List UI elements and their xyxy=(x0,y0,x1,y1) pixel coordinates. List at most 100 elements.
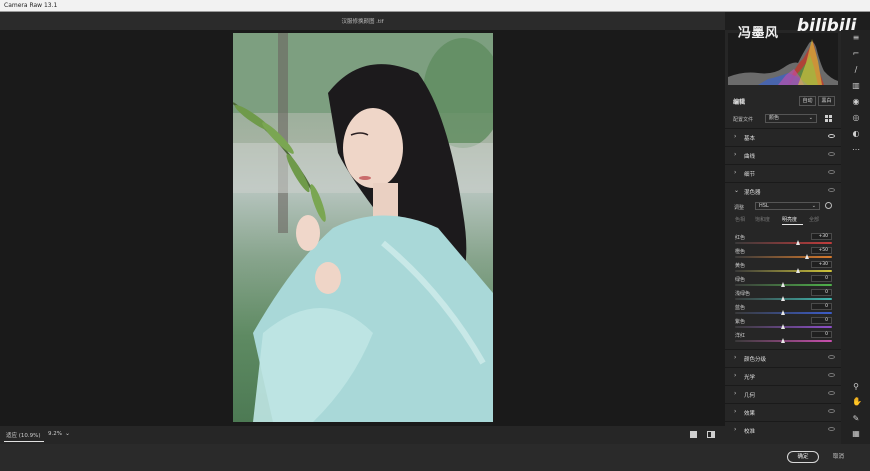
eye-icon[interactable] xyxy=(828,134,835,138)
chevron-down-icon[interactable]: ⌄ xyxy=(65,430,70,437)
photo-preview[interactable] xyxy=(233,33,493,422)
slider-track[interactable] xyxy=(735,242,832,244)
before-after-icon[interactable] xyxy=(707,431,715,438)
section-curve[interactable]: › 曲线 xyxy=(725,146,841,163)
slider-thumb[interactable] xyxy=(781,338,785,343)
section-effects[interactable]: › 效果 xyxy=(725,403,841,420)
mixer-adjust-label: 调整 xyxy=(734,205,745,211)
slider-label: 蓝色 xyxy=(735,305,746,311)
more-icon[interactable]: ⋯ xyxy=(852,146,860,154)
crop-icon[interactable]: ⌐ xyxy=(852,50,860,58)
zoom-bar: 适应 (10.9%) 9.2% ⌄ xyxy=(0,426,725,444)
slider-value-field[interactable]: 0 xyxy=(811,275,832,282)
zoom-percent-select[interactable]: 9.2% xyxy=(48,431,62,437)
gradient-icon[interactable]: ▥ xyxy=(852,82,860,90)
chevron-right-icon: › xyxy=(734,372,737,379)
profile-select[interactable]: 颜色 ⌄ xyxy=(765,114,817,123)
slider-thumb[interactable] xyxy=(781,310,785,315)
section-label: 校准 xyxy=(744,429,756,435)
eye-icon[interactable] xyxy=(828,152,835,156)
chevron-right-icon: › xyxy=(734,169,737,176)
section-label: 颜色分级 xyxy=(744,357,767,363)
slider-track[interactable] xyxy=(735,256,832,258)
section-label: 曲线 xyxy=(744,154,756,160)
document-filename: 汉服修换颜图 .tif xyxy=(341,19,384,25)
eye-icon[interactable] xyxy=(828,391,835,395)
presets-icon[interactable]: ◐ xyxy=(852,130,860,138)
mixer-adjust-select[interactable]: HSL ⌄ xyxy=(755,202,820,210)
tab-saturation[interactable]: 饱和度 xyxy=(755,216,770,223)
section-label: 光学 xyxy=(744,375,756,381)
slider-row: 黄色 +30 xyxy=(725,261,841,276)
slider-thumb[interactable] xyxy=(795,268,800,273)
chevron-right-icon: › xyxy=(734,151,737,158)
chevron-down-icon: ⌄ xyxy=(734,187,740,194)
slider-value-field[interactable]: 0 xyxy=(811,317,832,324)
profile-label: 配置文件 xyxy=(733,117,754,123)
ok-button[interactable]: 确定 xyxy=(787,451,819,463)
cancel-button[interactable]: 取消 xyxy=(833,452,844,460)
hand-icon[interactable]: ✋ xyxy=(852,398,862,406)
watermark-text: 冯墨风 xyxy=(738,26,779,41)
slider-row: 洋红 0 xyxy=(725,331,841,346)
eye-icon[interactable] xyxy=(828,188,835,192)
grid-overlay-icon[interactable]: ▦ xyxy=(852,430,860,438)
section-detail[interactable]: › 细节 xyxy=(725,164,841,181)
edit-sliders-icon[interactable]: ≡ xyxy=(852,34,860,42)
color-sampler-icon[interactable]: ✎ xyxy=(852,415,860,423)
zoom-fit-underline xyxy=(4,441,44,442)
eye-icon[interactable] xyxy=(828,409,835,413)
chevron-right-icon: › xyxy=(734,408,737,415)
slider-thumb[interactable] xyxy=(781,282,785,287)
chevron-right-icon: › xyxy=(734,354,737,361)
slider-thumb[interactable] xyxy=(795,240,800,245)
slider-thumb[interactable] xyxy=(781,296,785,301)
slider-thumb[interactable] xyxy=(805,254,810,259)
photo-illustration xyxy=(233,33,493,422)
section-label: 混色器 xyxy=(744,190,761,196)
section-basic[interactable]: › 基本 xyxy=(725,128,841,145)
chevron-right-icon: › xyxy=(734,390,737,397)
slider-label: 浅绿色 xyxy=(735,291,751,297)
auto-button[interactable]: 自动 xyxy=(799,96,816,106)
slider-value-field[interactable]: 0 xyxy=(811,289,832,296)
chevron-down-icon: ⌄ xyxy=(808,115,813,121)
target-adjust-icon[interactable] xyxy=(825,202,832,209)
brush-icon[interactable]: ∕ xyxy=(852,66,860,74)
tab-all[interactable]: 全部 xyxy=(809,216,819,223)
profile-browser-icon[interactable] xyxy=(825,115,832,122)
slider-value-field[interactable]: +50 xyxy=(811,247,832,254)
black-white-button[interactable]: 黑白 xyxy=(818,96,835,106)
slider-row: 蓝色 0 xyxy=(725,303,841,318)
slider-value-field[interactable]: +30 xyxy=(811,233,832,240)
slider-row: 红色 +30 xyxy=(725,233,841,248)
eye-icon[interactable] xyxy=(828,373,835,377)
section-color-grading[interactable]: › 颜色分级 xyxy=(725,349,841,366)
zoom-icon[interactable]: ⚲ xyxy=(852,383,860,391)
tab-hue[interactable]: 色相 xyxy=(735,216,745,223)
eye-icon[interactable] xyxy=(828,427,835,431)
eye-icon[interactable] xyxy=(828,355,835,359)
slider-value-field[interactable]: 0 xyxy=(811,303,832,310)
eye-icon[interactable] xyxy=(828,170,835,174)
slider-row: 浅绿色 0 xyxy=(725,289,841,304)
single-view-icon[interactable] xyxy=(690,431,697,438)
slider-thumb[interactable] xyxy=(781,324,785,329)
slider-track[interactable] xyxy=(735,270,832,272)
profile-value: 颜色 xyxy=(769,115,780,121)
section-label: 细节 xyxy=(744,172,756,178)
slider-value-field[interactable]: +30 xyxy=(811,261,832,268)
image-canvas[interactable] xyxy=(0,30,725,426)
red-eye-icon[interactable]: ◎ xyxy=(852,114,860,122)
slider-value-field[interactable]: 0 xyxy=(811,331,832,338)
section-geometry[interactable]: › 几何 xyxy=(725,385,841,402)
section-calibration[interactable]: › 校准 xyxy=(725,421,841,438)
slider-label: 红色 xyxy=(735,235,746,241)
radial-filter-icon[interactable]: ◉ xyxy=(852,98,860,106)
slider-label: 紫色 xyxy=(735,319,746,325)
slider-label: 黄色 xyxy=(735,263,746,269)
section-color-mixer[interactable]: ⌄ 混色器 xyxy=(725,182,841,199)
section-optics[interactable]: › 光学 xyxy=(725,367,841,384)
zoom-fit-select[interactable]: 适应 (10.9%) xyxy=(6,431,41,439)
tab-luminance[interactable]: 明亮度 xyxy=(782,216,797,223)
